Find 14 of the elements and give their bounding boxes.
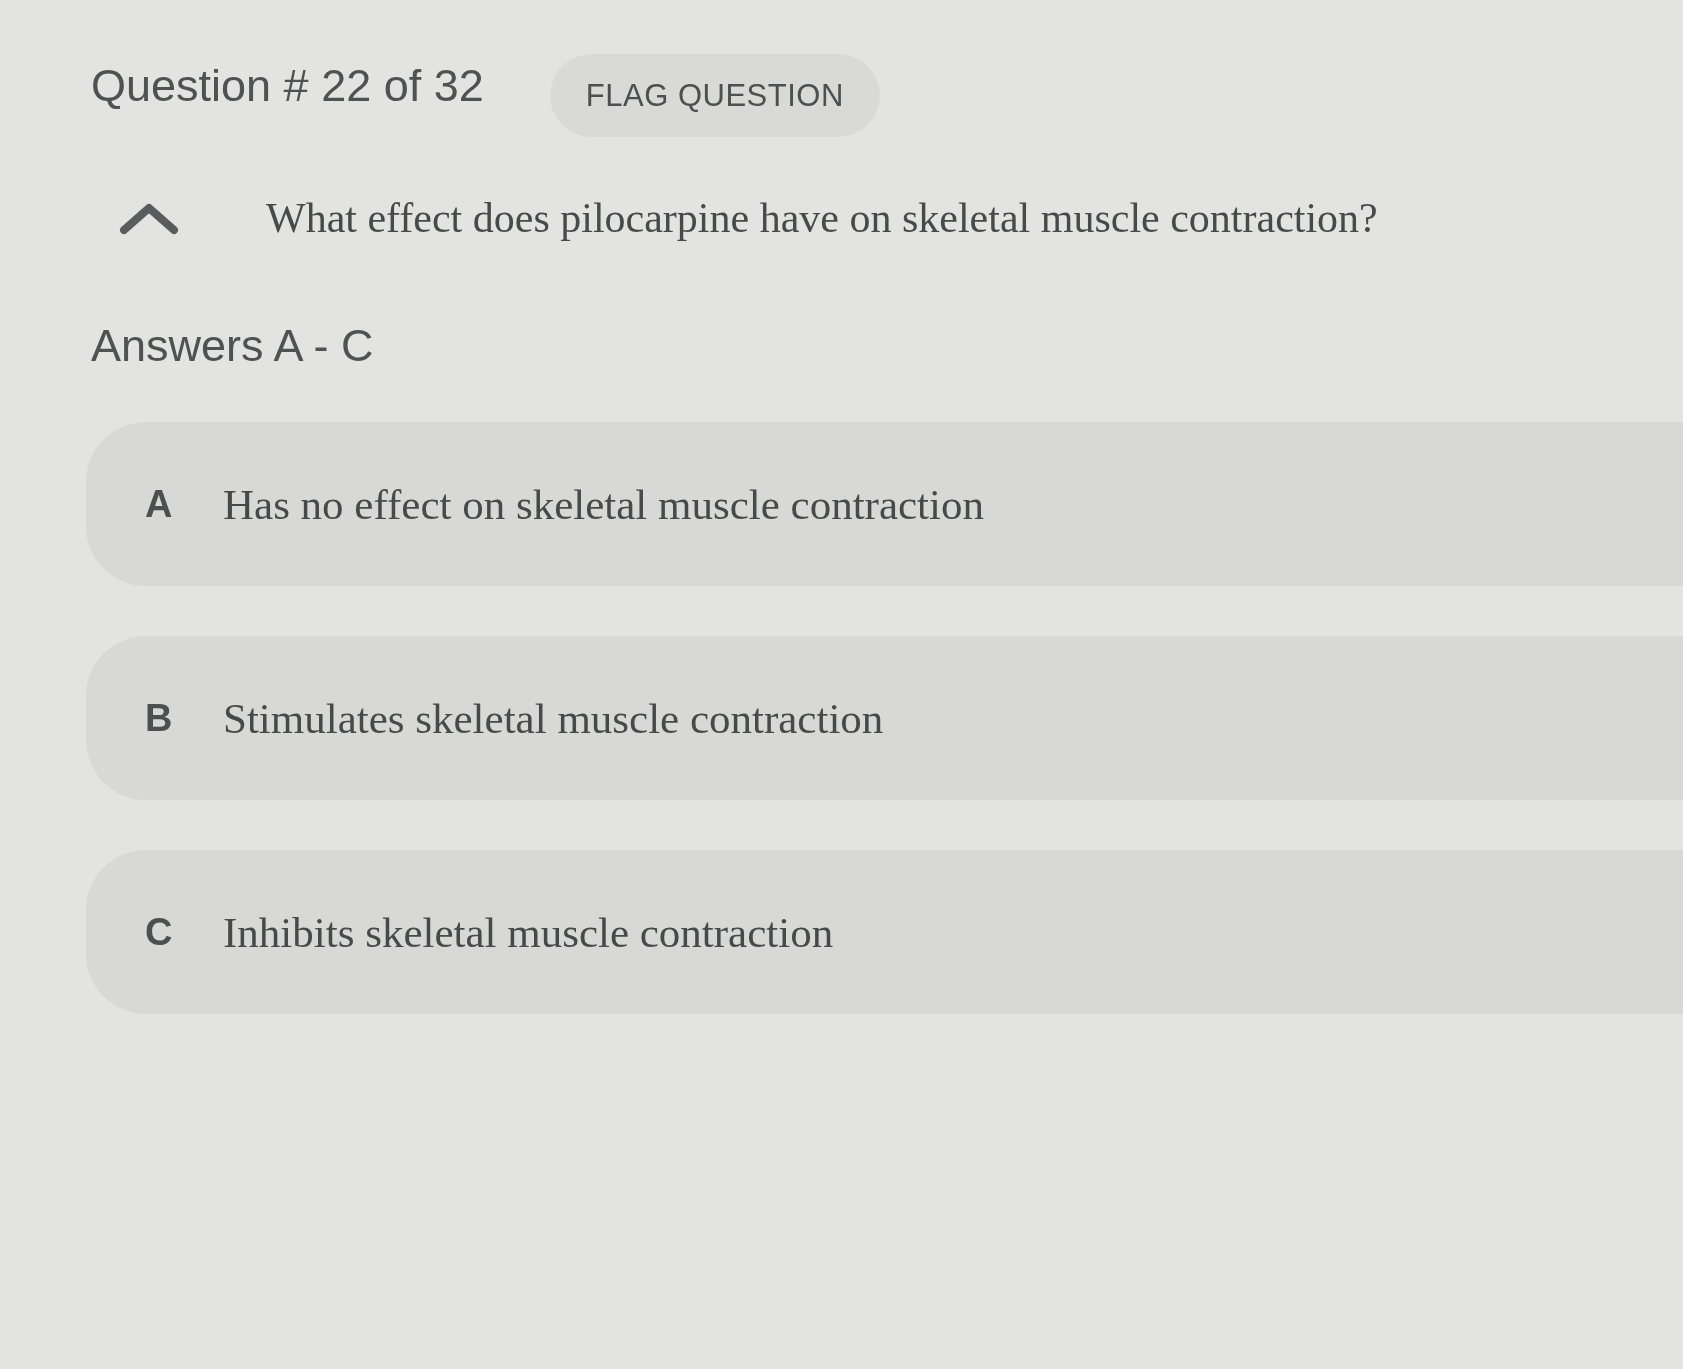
question-counter: Question # 22 of 32 — [91, 59, 484, 112]
chevron-up-icon[interactable] — [118, 201, 180, 235]
answer-option[interactable]: A Has no effect on skeletal muscle contraction — [86, 422, 1683, 586]
answer-text: Stimulates skeletal muscle contraction — [223, 693, 884, 743]
answer-letter: A — [145, 482, 174, 526]
answer-text: Inhibits skeletal muscle contraction — [223, 907, 834, 957]
flag-question-button[interactable]: FLAG QUESTION — [549, 54, 880, 137]
answer-option[interactable]: B Stimulates skeletal muscle contraction — [86, 636, 1683, 800]
answer-letter: B — [145, 696, 174, 740]
question-text: What effect does pilocarpine have on skeletal muscle contraction? — [266, 194, 1378, 242]
answer-option[interactable]: C Inhibits skeletal muscle contraction — [86, 850, 1683, 1014]
answer-letter: C — [145, 910, 174, 954]
answer-text: Has no effect on skeletal muscle contraction — [223, 479, 984, 529]
answers-heading: Answers A - C — [90, 320, 374, 372]
